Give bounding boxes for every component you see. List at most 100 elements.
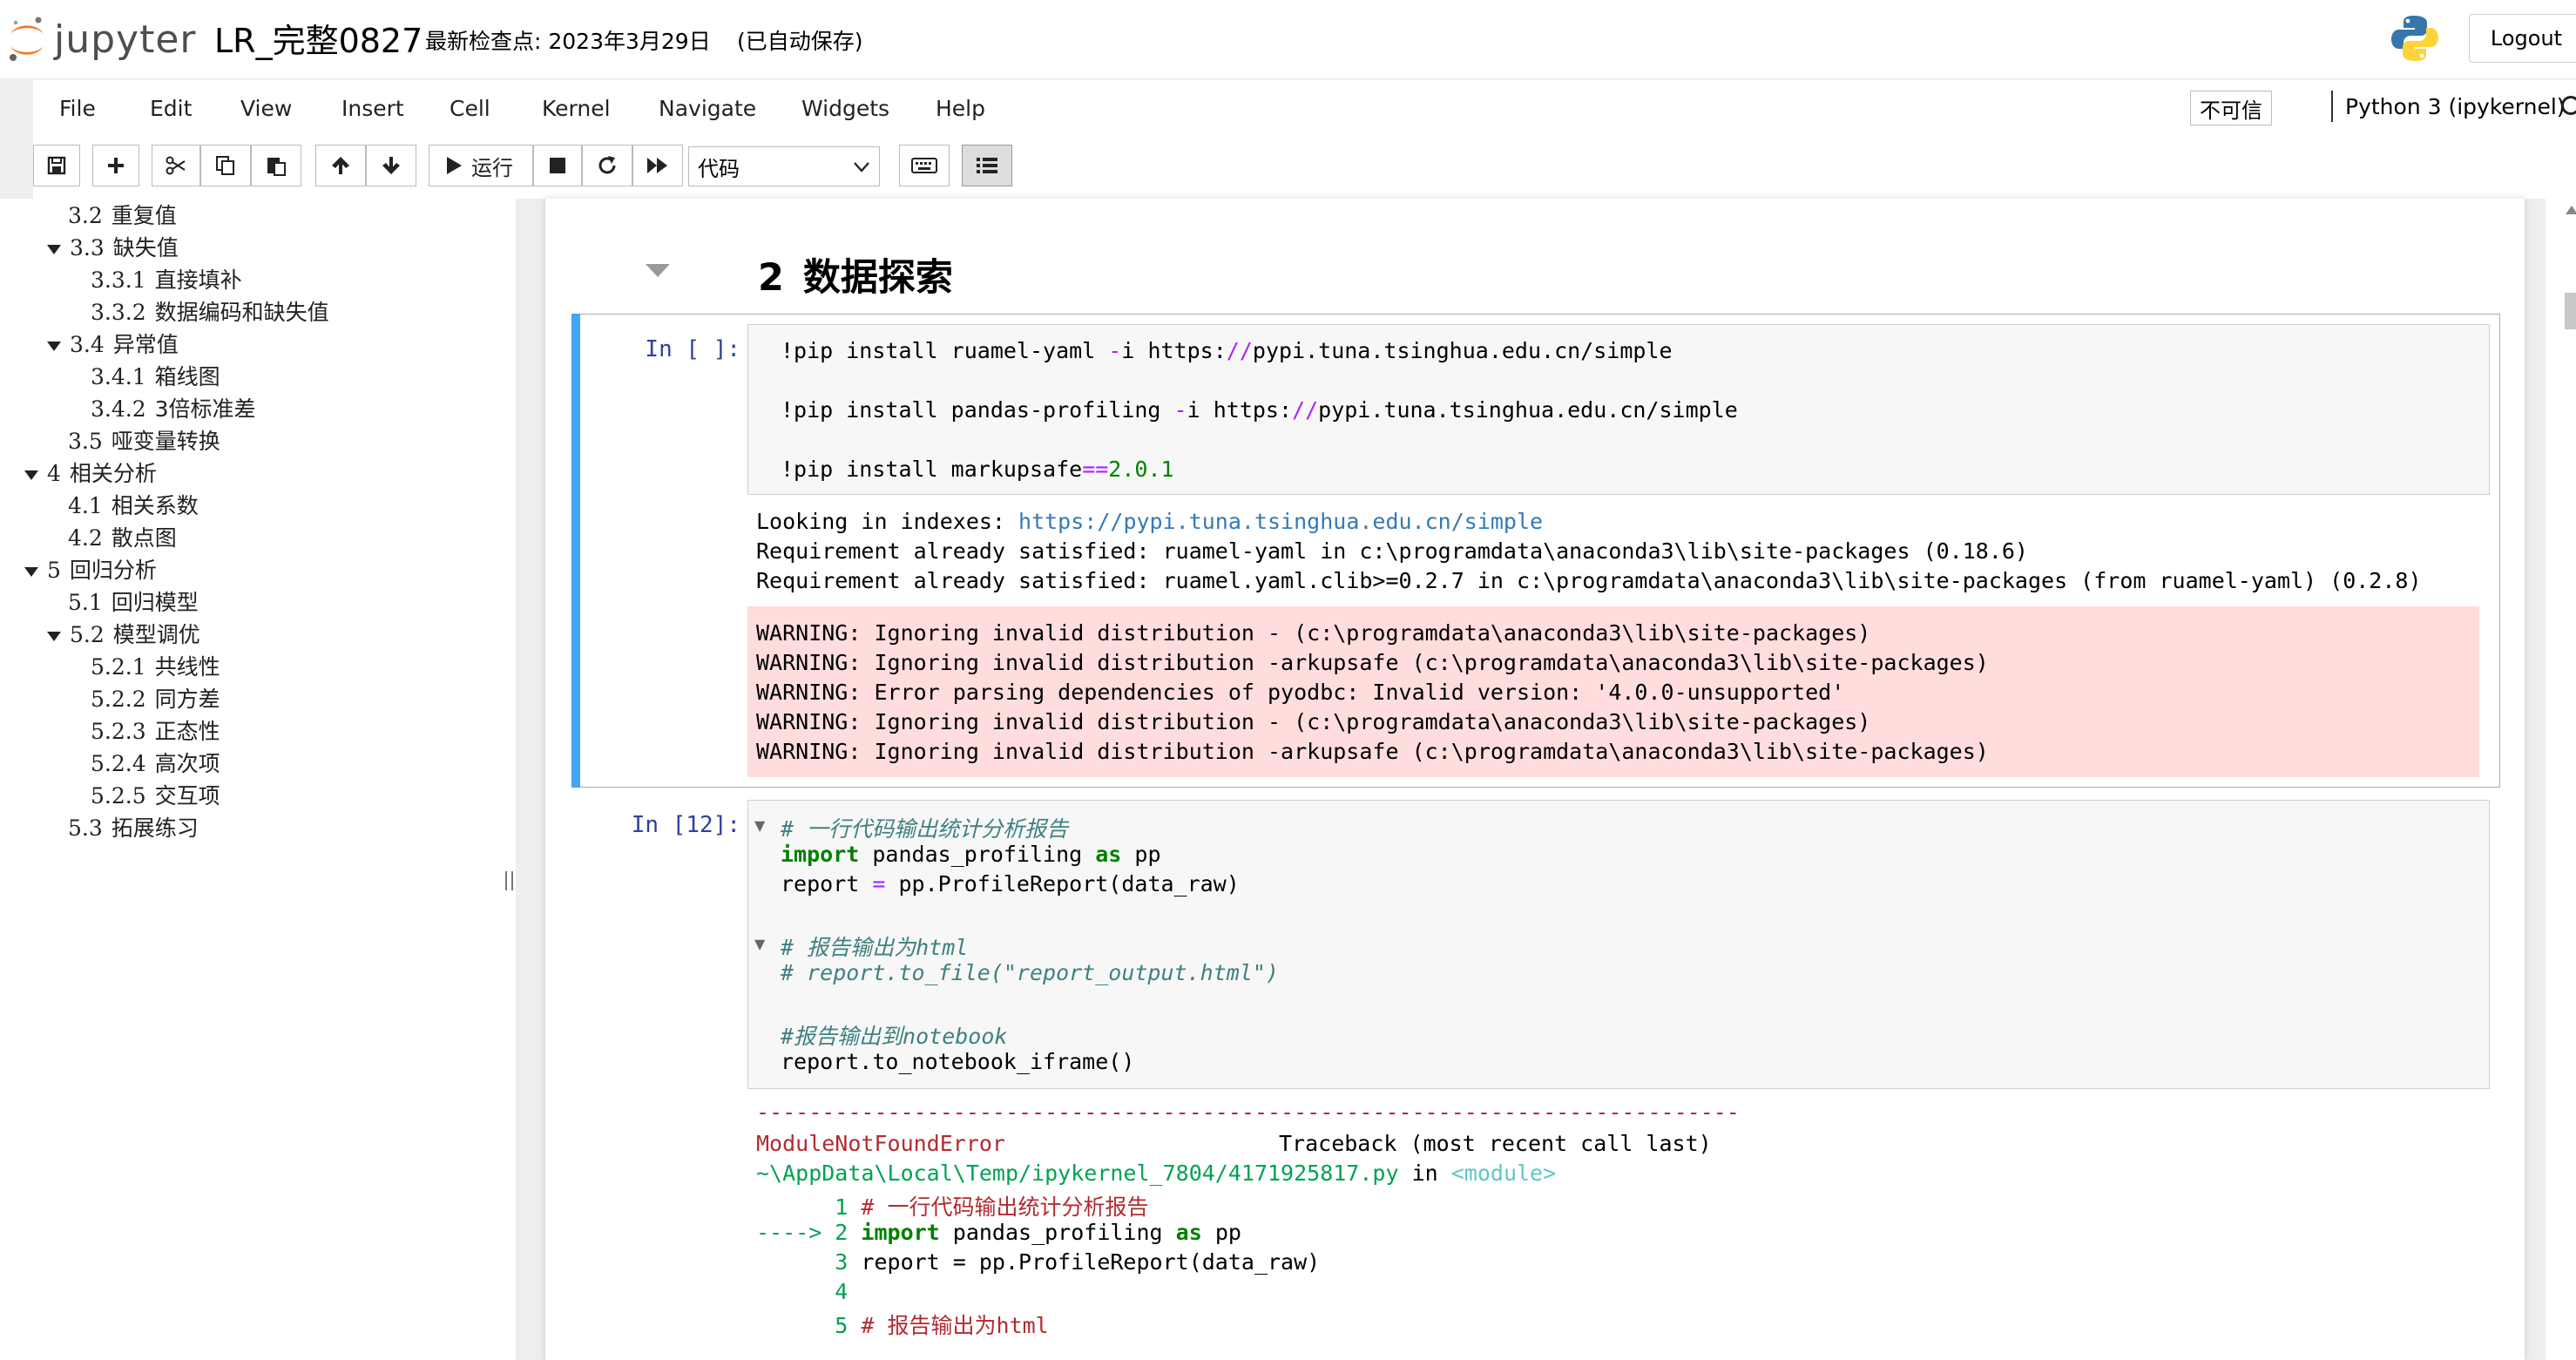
toc-item[interactable]: 3.4 异常值 [47,328,179,359]
notebook-name[interactable]: LR_完整0827 [214,14,423,62]
collapse-triangle-icon[interactable] [47,341,61,351]
toc-item[interactable]: 3.4.2 3倍标准差 [91,392,256,423]
code-line: # 一行代码输出统计分析报告 [781,816,1069,842]
code-line: report.to_notebook_iframe() [781,1049,1135,1074]
toc-label: 缺失值 [112,235,179,260]
insert-cell-button[interactable] [92,145,139,186]
index-url-link[interactable]: https://pypi.tuna.tsinghua.edu.cn/simple [1018,509,1543,534]
toc-toggle-button[interactable] [962,145,1012,186]
paste-button[interactable] [251,145,301,186]
restart-run-all-button[interactable] [632,145,683,186]
toc-item[interactable]: 4 相关分析 [24,457,157,488]
copy-icon [216,156,234,175]
scrollbar[interactable] [2546,199,2576,1360]
toc-label: 高次项 [154,751,220,776]
toc-item[interactable]: 5.1 回归模型 [68,585,199,617]
menu-kernel[interactable]: Kernel [542,96,611,121]
interrupt-button[interactable] [533,145,582,186]
run-label: 运行 [471,155,513,180]
toc-label: 哑变量转换 [111,429,220,454]
toc-item[interactable]: 3.2 重复值 [68,199,177,230]
traceback-line: ----> 2 import pandas_profiling as pp [756,1220,1241,1245]
traceback-line: 4 [756,1279,849,1304]
copy-button[interactable] [200,145,251,186]
list-icon [977,158,997,173]
paste-icon [267,158,286,176]
toc-item[interactable]: 3.3 缺失值 [47,231,179,262]
jupyter-orbit-icon [10,17,44,61]
toc-item[interactable]: 3.5 哑变量转换 [68,424,220,456]
toc-item[interactable]: 5 回归分析 [24,553,157,585]
trusted-indicator[interactable]: 不可信 [2190,91,2272,125]
menu-view[interactable]: View [240,96,292,121]
toc-item[interactable]: 4.1 相关系数 [68,489,199,520]
toc-resize-handle[interactable] [505,871,513,890]
fold-arrow-icon[interactable]: ▼ [754,936,765,952]
kernel-name[interactable]: Python 3 (ipykernel) [2345,94,2566,119]
toc-item[interactable]: 3.3.1 直接填补 [91,263,242,294]
menu-edit[interactable]: Edit [150,96,192,121]
toc-number: 3.3.1 [91,267,146,293]
toc-number: 4 [47,461,61,486]
move-down-button[interactable] [366,145,416,186]
toc-item[interactable]: 5.2.3 正态性 [91,714,220,746]
jupyter-logo[interactable]: jupyter [7,12,197,66]
toc-number: 5.2.3 [91,719,146,744]
menu-help[interactable]: Help [936,96,985,121]
cell-type-select[interactable]: 代码 [688,146,880,186]
toc-label: 交互项 [154,783,220,809]
collapse-triangle-icon[interactable] [47,244,61,254]
menu-insert[interactable]: Insert [341,96,404,121]
stop-icon [550,158,565,173]
toc-number: 4.2 [68,525,103,551]
toc-item[interactable]: 5.2.5 交互项 [91,779,220,810]
menu-file[interactable]: File [59,96,96,121]
fold-arrow-icon[interactable]: ▼ [754,817,765,834]
toc-number: 3.2 [68,203,103,228]
kernel-idle-indicator-icon [2561,96,2576,115]
toc-label: 模型调优 [112,622,200,647]
code-line: import pandas_profiling as pp [781,842,1161,867]
heading-number: 2 [758,256,784,300]
toc-label: 相关分析 [69,461,157,486]
toc-number: 5 [47,558,61,583]
toc-label: 异常值 [112,332,179,357]
scrollbar-thumb[interactable] [2565,293,2576,329]
toc-label: 数据编码和缺失值 [154,300,329,325]
run-icon [447,157,462,174]
toc-label: 共线性 [154,654,220,680]
menu-navigate[interactable]: Navigate [659,96,756,121]
autosave-status: (已自动保存) [737,29,863,54]
toc-label: 回归模型 [111,590,199,615]
heading-collapse-icon[interactable] [646,264,670,277]
toc-item[interactable]: 5.2.2 同方差 [91,682,220,714]
keyboard-icon [911,158,937,173]
section-heading: 2 数据探索 [758,247,953,301]
command-palette-button[interactable] [899,145,950,186]
toc-number: 3.4.2 [91,396,146,422]
cut-button[interactable] [152,145,200,186]
run-button[interactable]: 运行 [429,145,533,186]
toc-item[interactable]: 5.2 模型调优 [47,618,200,649]
logout-button[interactable]: Logout [2469,14,2576,63]
toc-item[interactable]: 5.2.4 高次项 [91,747,220,778]
toc-label: 相关系数 [111,493,199,518]
toc-label: 直接填补 [154,267,242,293]
collapse-triangle-icon[interactable] [24,566,38,577]
save-button[interactable] [33,145,80,186]
collapse-triangle-icon[interactable] [47,631,61,641]
restart-button[interactable] [582,145,632,186]
move-up-button[interactable] [315,145,366,186]
menu-widgets[interactable]: Widgets [801,96,889,121]
toc-item[interactable]: 5.2.1 共线性 [91,650,220,681]
plus-icon [108,158,124,173]
toc-item[interactable]: 3.3.2 数据编码和缺失值 [91,295,329,327]
menu-cell[interactable]: Cell [450,96,490,121]
scroll-up-arrow-icon[interactable] [2566,206,2576,214]
toc-item[interactable]: 5.3 拓展练习 [68,811,199,842]
kernel-separator [2331,91,2333,122]
toc-item[interactable]: 3.4.1 箱线图 [91,360,220,391]
code-line: #报告输出到notebook [781,1024,1008,1049]
toc-item[interactable]: 4.2 散点图 [68,521,177,552]
collapse-triangle-icon[interactable] [24,470,38,480]
